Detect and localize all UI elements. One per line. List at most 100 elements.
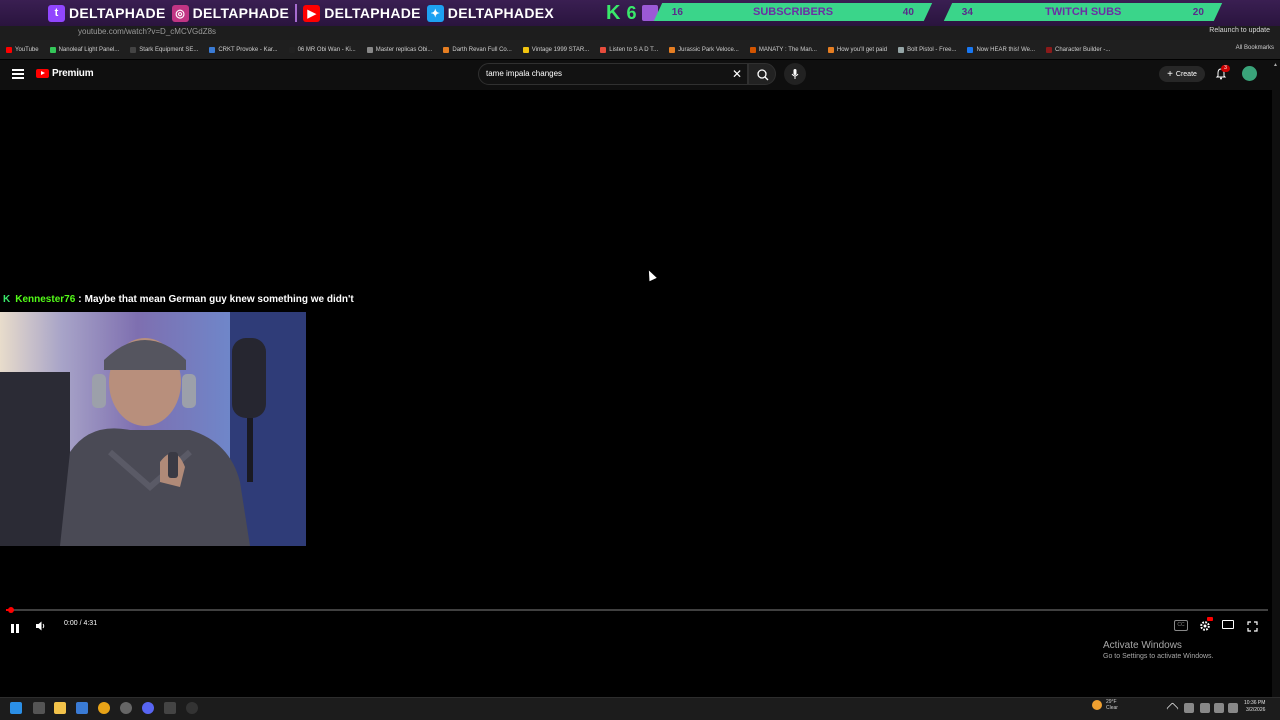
- bookmark-label: 06 MR Obi Wan - Ki...: [297, 46, 356, 53]
- webcam-image: [0, 312, 306, 546]
- video-progress-bar[interactable]: [6, 609, 1268, 611]
- speaker-icon[interactable]: [1228, 703, 1238, 713]
- all-bookmarks-button[interactable]: All Bookmarks: [1236, 45, 1274, 51]
- relaunch-update-button[interactable]: Relaunch to update: [1209, 27, 1270, 34]
- url-text[interactable]: youtube.com/watch?v=D_cMCVGdZ8s: [78, 27, 216, 36]
- volume-button[interactable]: [35, 619, 47, 631]
- instagram-icon: ◎: [171, 4, 189, 22]
- pause-button[interactable]: [11, 620, 21, 633]
- bookmark-label: CRKT Provoke - Kar...: [218, 46, 278, 53]
- bookmark-label: Nanoleaf Light Panel...: [58, 46, 120, 53]
- bookmark-favicon-icon: [49, 46, 56, 53]
- voice-search-button[interactable]: [784, 63, 806, 85]
- bookmark-item[interactable]: Nanoleaf Light Panel...: [49, 46, 120, 53]
- file-explorer-icon[interactable]: [54, 702, 66, 714]
- bookmark-item[interactable]: Listen to S A D T...: [600, 46, 658, 53]
- network-icon[interactable]: [1184, 703, 1194, 713]
- youtube-logo[interactable]: Premium: [36, 68, 94, 79]
- chat-username: Kennester76: [15, 294, 76, 305]
- wifi-icon[interactable]: [1214, 703, 1224, 713]
- twitch-subs-label: TWITCH SUBS: [1044, 6, 1122, 18]
- fullscreen-icon: [1247, 621, 1258, 632]
- bookmark-label: Now HEAR this! We...: [976, 46, 1036, 53]
- weather-description: Clear: [1106, 705, 1118, 711]
- bookmark-item[interactable]: Jurassic Park Veloce...: [669, 46, 739, 53]
- volume-icon: [36, 621, 45, 631]
- bookmark-label: Vintage 1999 STAR...: [531, 46, 590, 53]
- fullscreen-button[interactable]: [1247, 619, 1258, 632]
- microphone-icon: [791, 69, 799, 79]
- bookmark-item[interactable]: 06 MR Obi Wan - Ki...: [288, 46, 356, 53]
- gear-icon: [1200, 621, 1210, 631]
- task-view-icon[interactable]: [33, 702, 45, 714]
- search-button[interactable]: [748, 63, 776, 85]
- activate-windows-watermark: Activate Windows Go to Settings to activ…: [1103, 640, 1214, 660]
- scroll-up-arrow-icon[interactable]: ▲: [1273, 62, 1278, 68]
- account-avatar[interactable]: [1242, 66, 1257, 81]
- video-time-display: 0:00 / 4:31: [64, 620, 98, 627]
- stream-overlay-banner: t DELTAPHADE ◎ DELTAPHADE ▶ DELTAPHADE ✦…: [0, 0, 1280, 26]
- bookmark-favicon-icon: [6, 46, 12, 53]
- create-label: Create: [1175, 70, 1197, 78]
- kick-count: 6: [626, 2, 637, 23]
- search-box[interactable]: [478, 63, 748, 85]
- address-bar[interactable]: youtube.com/watch?v=D_cMCVGdZ8s Relaunch…: [0, 26, 1280, 40]
- mic-tray-icon[interactable]: [1200, 703, 1210, 713]
- page-scrollbar[interactable]: ▲: [1272, 60, 1280, 700]
- bookmarks-bar: YouTube Nanoleaf Light Panel... Stark Equi…: [0, 40, 1280, 59]
- media-player-icon[interactable]: [186, 702, 198, 714]
- bookmark-label: Master replicas Obi...: [375, 46, 433, 53]
- kick-icon: K: [606, 1, 621, 24]
- bookmark-favicon-icon: [967, 46, 974, 53]
- app-icon[interactable]: [164, 702, 176, 714]
- bookmark-favicon-icon: [898, 46, 905, 53]
- windows-start-icon[interactable]: [10, 702, 22, 714]
- subtitles-button[interactable]: CC: [1174, 620, 1188, 631]
- chrome-icon[interactable]: [98, 702, 110, 714]
- subscribers-goal-bar: 16 SUBSCRIBERS 40: [653, 3, 933, 21]
- subscribers-label: SUBSCRIBERS: [752, 6, 834, 18]
- bookmark-item[interactable]: Now HEAR this! We...: [967, 46, 1036, 53]
- clear-search-icon[interactable]: ✕: [732, 67, 742, 81]
- subscribers-current: 16: [672, 6, 684, 18]
- webcam-feed: [0, 312, 306, 546]
- search-input[interactable]: [486, 69, 716, 78]
- social-twitch: t DELTAPHADE: [48, 4, 166, 22]
- bookmark-label: Darth Revan Full Co...: [452, 46, 512, 53]
- bookmark-favicon-icon: [209, 46, 216, 53]
- bookmark-label: Jurassic Park Veloce...: [678, 46, 739, 53]
- bookmark-item[interactable]: Character Builder -...: [1046, 46, 1111, 53]
- bookmark-label: Stark Equipment SE...: [139, 46, 199, 53]
- theater-mode-button[interactable]: [1222, 620, 1234, 629]
- activate-windows-subtitle: Go to Settings to activate Windows.: [1103, 653, 1214, 660]
- logo-text: Premium: [52, 68, 94, 79]
- chat-separator: :: [78, 294, 82, 305]
- create-button[interactable]: + Create: [1159, 66, 1205, 82]
- bookmark-item[interactable]: Stark Equipment SE...: [130, 46, 199, 53]
- bookmark-favicon-icon: [443, 46, 450, 53]
- bookmark-item[interactable]: Bolt Pistol - Free...: [898, 46, 956, 53]
- bookmark-item[interactable]: CRKT Provoke - Kar...: [209, 46, 278, 53]
- bookmark-item[interactable]: Darth Revan Full Co...: [443, 46, 512, 53]
- divider: [295, 4, 298, 22]
- bookmark-item[interactable]: YouTube: [6, 46, 39, 53]
- bookmark-label: Character Builder -...: [1055, 46, 1111, 53]
- twitch-subs-goal: 20: [1192, 6, 1204, 18]
- bookmark-label: MANATY : The Man...: [758, 46, 817, 53]
- discord-icon[interactable]: [142, 702, 154, 714]
- hamburger-menu-icon[interactable]: [12, 69, 24, 79]
- bookmark-item[interactable]: Master replicas Obi...: [366, 46, 433, 53]
- bookmark-favicon-icon: [366, 46, 373, 53]
- taskbar-clock[interactable]: 10:36 PM 3/2/2026: [1244, 700, 1265, 714]
- bookmark-item[interactable]: MANATY : The Man...: [749, 46, 817, 53]
- bookmark-favicon-icon: [288, 46, 295, 53]
- notification-count-badge: 3: [1221, 65, 1230, 72]
- app-icon[interactable]: [76, 702, 88, 714]
- bookmark-item[interactable]: How you'll get paid: [827, 46, 887, 53]
- settings-app-icon[interactable]: [120, 702, 132, 714]
- bookmark-item[interactable]: Vintage 1999 STAR...: [522, 46, 590, 53]
- activate-windows-title: Activate Windows: [1103, 640, 1182, 651]
- progress-scrubber-handle[interactable]: [8, 607, 15, 613]
- clock-time: 10:36 PM: [1244, 700, 1266, 706]
- weather-widget[interactable]: 29°F Clear: [1092, 699, 1118, 711]
